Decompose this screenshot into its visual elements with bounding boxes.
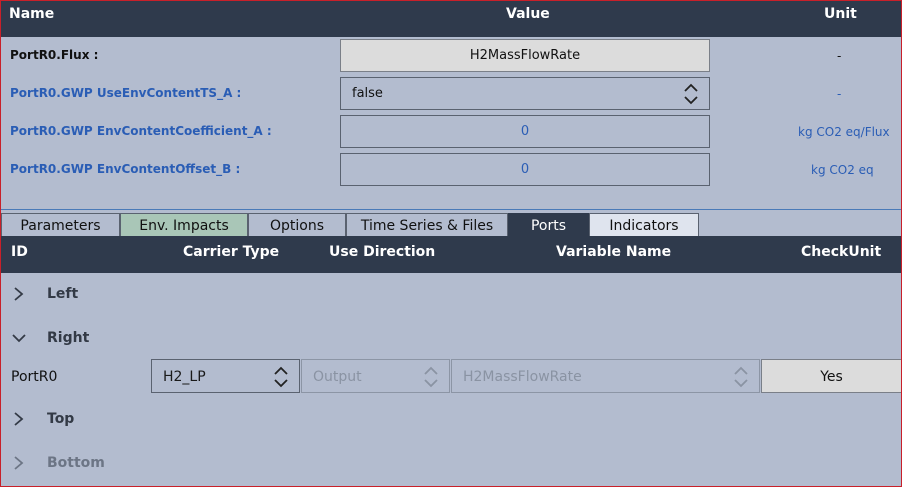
tab-time-series-files[interactable]: Time Series & Files [346, 213, 508, 237]
up-down-chevron-icon [274, 366, 288, 388]
property-label: PortR0.Flux : [10, 48, 99, 62]
tab-options[interactable]: Options [248, 213, 346, 237]
header-name: Name [9, 6, 55, 22]
up-down-chevron-icon [684, 83, 698, 105]
chevron-down-icon [12, 334, 26, 343]
input-value: 0 [520, 124, 530, 139]
select-value: H2MassFlowRate [463, 369, 582, 385]
use-direction-select[interactable]: Output [301, 359, 450, 393]
select-value: H2_LP [163, 369, 206, 385]
group-bottom[interactable]: Bottom [1, 449, 901, 479]
chevron-right-icon [14, 456, 24, 470]
chevron-right-icon [14, 412, 24, 426]
tab-indicators[interactable]: Indicators [589, 213, 699, 237]
group-top[interactable]: Top [1, 405, 901, 435]
column-check-unit: CheckUnit [801, 244, 882, 260]
variable-name-select[interactable]: H2MassFlowRate [451, 359, 760, 393]
property-label: PortR0.GWP EnvContentOffset_B : [10, 162, 241, 176]
tab-ports[interactable]: Ports [508, 213, 589, 237]
property-label: PortR0.GWP EnvContentCoefficient_A : [10, 124, 272, 138]
up-down-chevron-icon [424, 366, 438, 388]
header-value: Value [506, 6, 550, 22]
table-row: PortR0 H2_LP Output H2MassFlowRate Yes [1, 359, 901, 393]
section-divider [1, 209, 901, 210]
column-variable-name: Variable Name [556, 244, 672, 260]
properties-panel: Name Value Unit PortR0.Flux : H2MassFlow… [0, 0, 902, 487]
property-row-env-offset: PortR0.GWP EnvContentOffset_B : 0 kg CO2… [1, 152, 901, 188]
property-row-flux: PortR0.Flux : H2MassFlowRate - [1, 38, 901, 74]
properties-header: Name Value Unit [1, 1, 901, 37]
property-unit: kg CO2 eq [811, 163, 874, 177]
port-id: PortR0 [11, 369, 58, 385]
up-down-chevron-icon [734, 366, 748, 388]
property-row-env-coefficient: PortR0.GWP EnvContentCoefficient_A : 0 k… [1, 114, 901, 150]
column-id: ID [11, 244, 28, 260]
group-right[interactable]: Right [1, 324, 901, 354]
property-unit: kg CO2 eq/Flux [798, 125, 890, 139]
flux-value: H2MassFlowRate [469, 48, 581, 63]
group-left[interactable]: Left [1, 280, 901, 310]
carrier-type-select[interactable]: H2_LP [151, 359, 300, 393]
env-offset-input[interactable]: 0 [340, 153, 710, 186]
property-row-use-env-content: PortR0.GWP UseEnvContentTS_A : false - [1, 76, 901, 112]
tab-parameters[interactable]: Parameters [1, 213, 120, 237]
group-label: Bottom [47, 455, 105, 471]
column-use-direction: Use Direction [329, 244, 436, 260]
env-coefficient-input[interactable]: 0 [340, 115, 710, 148]
group-label: Right [47, 330, 90, 346]
select-value: false [352, 86, 383, 101]
input-value: 0 [520, 162, 530, 177]
use-env-content-select[interactable]: false [340, 77, 710, 110]
group-label: Top [47, 411, 75, 427]
tab-env-impacts[interactable]: Env. Impacts [120, 213, 248, 237]
flux-variable-button[interactable]: H2MassFlowRate [340, 39, 710, 72]
property-label: PortR0.GWP UseEnvContentTS_A : [10, 86, 242, 100]
column-carrier-type: Carrier Type [183, 244, 280, 260]
group-label: Left [47, 286, 79, 302]
property-unit: - [837, 49, 842, 63]
header-unit: Unit [824, 6, 857, 22]
ports-table-header: ID Carrier Type Use Direction Variable N… [1, 236, 901, 273]
check-unit-button[interactable]: Yes [761, 359, 901, 393]
select-value: Output [313, 369, 362, 385]
chevron-right-icon [14, 287, 24, 301]
property-unit: - [837, 87, 842, 101]
